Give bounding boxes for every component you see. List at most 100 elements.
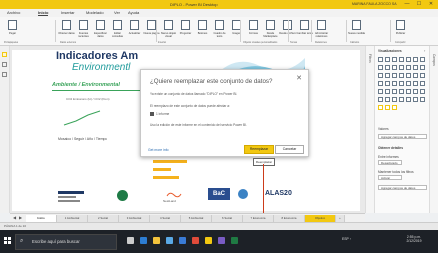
obtener-datos-button[interactable]: Obtener datos [58, 19, 75, 42]
windows-start-icon[interactable] [4, 237, 11, 244]
photos-icon[interactable] [218, 237, 225, 244]
formas-button[interactable]: Formas [245, 19, 262, 42]
minimize-button[interactable]: — [402, 1, 412, 7]
nueva-medida-button[interactable]: Nueva medida [348, 19, 365, 42]
visual-type-icon[interactable] [385, 89, 390, 94]
visual-type-icon[interactable] [420, 97, 425, 102]
fields-pane[interactable]: Campos [429, 46, 438, 213]
system-tray[interactable]: ESP ↑ [342, 237, 351, 241]
get-more-info-link[interactable]: Get more info [148, 148, 169, 152]
visual-type-icon[interactable] [385, 73, 390, 78]
visual-type-icon[interactable] [413, 57, 418, 62]
tab-page[interactable]: 4 Social [150, 215, 181, 222]
visual-type-icon[interactable] [378, 57, 383, 62]
visual-type-icon[interactable] [399, 57, 404, 62]
visual-type-icon[interactable] [378, 65, 383, 70]
editar-consultas-button[interactable]: Editar consultas [109, 19, 126, 42]
chart-bar[interactable] [153, 168, 171, 171]
visual-type-icon[interactable] [413, 73, 418, 78]
visual-type-icon[interactable] [385, 81, 390, 86]
tab-next-icon[interactable]: ▶ [19, 215, 22, 220]
maximize-button[interactable]: ☐ [414, 1, 424, 7]
tab-page[interactable]: 2 Social [88, 215, 119, 222]
botones-button[interactable]: Botones [194, 19, 211, 42]
visual-type-icon[interactable] [406, 81, 411, 86]
excel-icon[interactable] [231, 237, 238, 244]
model-view-icon[interactable] [2, 72, 7, 77]
keep-filters-toggle[interactable]: Activar [378, 175, 402, 180]
administrar-relaciones-button[interactable]: Administrar relaciones [313, 19, 330, 42]
actualizar-button[interactable]: Actualizar [126, 19, 143, 42]
visual-type-icon[interactable] [406, 89, 411, 94]
chart-bar[interactable] [153, 160, 187, 163]
cuadro-de-texto-button[interactable]: Cuadro de texto [211, 19, 228, 42]
nuevo-objeto-visual-button[interactable]: Nuevo objeto visual [160, 19, 177, 42]
visual-type-icon[interactable] [406, 73, 411, 78]
visual-type-icon[interactable] [399, 65, 404, 70]
mail-icon[interactable] [179, 237, 186, 244]
visual-type-icon[interactable] [413, 65, 418, 70]
edge-icon[interactable] [140, 237, 147, 244]
visual-type-icon[interactable] [420, 81, 425, 86]
tab-page[interactable]: 7 Economía [243, 215, 274, 222]
tab-page[interactable]: 3 Ambiental [119, 215, 150, 222]
co2-line-chart[interactable] [62, 103, 102, 131]
visual-type-icon[interactable] [392, 105, 397, 110]
menu-ayuda[interactable]: Ayuda [128, 10, 139, 15]
visual-type-icon[interactable] [420, 57, 425, 62]
menu-inicio[interactable]: Inicio [38, 10, 49, 16]
visual-type-icon[interactable] [378, 73, 383, 78]
close-window-button[interactable]: ✕ [426, 1, 436, 7]
menu-insertar[interactable]: Insertar [61, 10, 75, 15]
visual-type-icon[interactable] [385, 57, 390, 62]
close-icon[interactable]: ✕ [296, 74, 302, 82]
replace-button[interactable]: Reemplazar [244, 145, 274, 154]
especificar-datos-button[interactable]: Especificar datos [92, 19, 109, 42]
add-page-button[interactable]: + [336, 215, 345, 222]
visual-type-icon[interactable] [406, 57, 411, 62]
store-icon[interactable] [166, 237, 173, 244]
desde-marketplace-button[interactable]: Desde Marketplace [262, 19, 279, 42]
menu-modelado[interactable]: Modelado [86, 10, 104, 15]
task-view-icon[interactable] [127, 237, 134, 244]
chrome-icon[interactable] [192, 237, 199, 244]
visual-type-icon[interactable] [399, 89, 404, 94]
tab-page[interactable]: Objetivo [305, 215, 336, 222]
visual-type-icon[interactable] [392, 81, 397, 86]
visual-type-icon[interactable] [420, 65, 425, 70]
visual-type-icon[interactable] [406, 65, 411, 70]
visual-type-icon[interactable] [385, 105, 390, 110]
data-view-icon[interactable] [2, 62, 7, 67]
visual-type-icon[interactable] [399, 97, 404, 102]
explorer-icon[interactable] [153, 237, 160, 244]
visual-type-icon[interactable] [399, 81, 404, 86]
fuentes-recientes-button[interactable]: Fuentes recientes [75, 19, 92, 42]
nueva-página-button[interactable]: Nueva página [143, 19, 160, 42]
menu-archivo[interactable]: Archivo [7, 10, 20, 15]
visual-type-icon[interactable] [378, 81, 383, 86]
menu-ver[interactable]: Ver [114, 10, 120, 15]
visual-type-icon[interactable] [413, 81, 418, 86]
collapse-icon[interactable]: › [424, 48, 425, 53]
visual-type-icon[interactable] [392, 57, 397, 62]
visual-type-icon[interactable] [399, 73, 404, 78]
visual-type-icon[interactable] [378, 97, 383, 102]
visual-type-icon[interactable] [420, 73, 425, 78]
tab-page[interactable]: 8 Economía [274, 215, 305, 222]
visual-type-icon[interactable] [413, 89, 418, 94]
user-name[interactable]: MARINA FAULA ZOCCO SA [352, 2, 397, 6]
cross-report-toggle[interactable]: Desactivado [378, 160, 402, 165]
visual-type-icon[interactable] [413, 97, 418, 102]
tab-page[interactable]: 1 Ambiental [57, 215, 88, 222]
visual-type-icon[interactable] [406, 97, 411, 102]
tab-page[interactable]: 6 Social [212, 215, 243, 222]
report-view-icon[interactable] [2, 52, 7, 57]
visual-type-icon[interactable] [385, 97, 390, 102]
pegar-button[interactable]: Pegar [4, 19, 21, 42]
visual-type-icon[interactable] [392, 65, 397, 70]
visual-type-icon[interactable] [392, 97, 397, 102]
tab-prev-icon[interactable]: ◀ [13, 215, 16, 220]
chart-bar[interactable] [153, 176, 179, 179]
taskbar-search[interactable]: ⌕ Escribe aquí para buscar [15, 234, 117, 250]
powerbi-icon[interactable] [205, 237, 212, 244]
